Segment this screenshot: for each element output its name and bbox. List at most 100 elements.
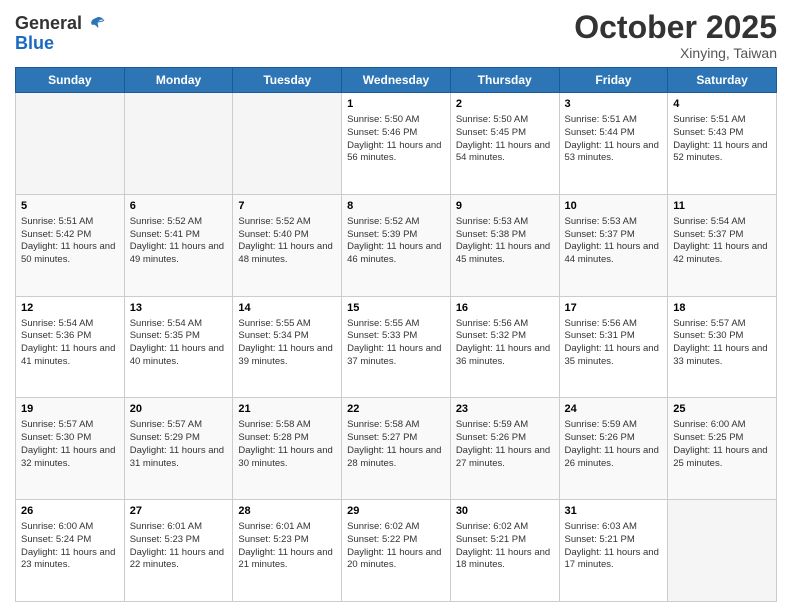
- cell-info: Daylight: 11 hours and 54 minutes.: [456, 140, 554, 166]
- cell-info: Sunset: 5:30 PM: [21, 432, 119, 445]
- cell-info: Sunrise: 5:50 AM: [347, 114, 445, 127]
- calendar-cell: 6Sunrise: 5:52 AMSunset: 5:41 PMDaylight…: [124, 194, 233, 296]
- cell-info: Sunset: 5:24 PM: [21, 534, 119, 547]
- cell-info: Sunrise: 5:56 AM: [456, 318, 554, 331]
- cell-info: Sunrise: 5:58 AM: [347, 419, 445, 432]
- cell-info: Sunset: 5:23 PM: [238, 534, 336, 547]
- cell-info: Sunset: 5:42 PM: [21, 229, 119, 242]
- day-header-wednesday: Wednesday: [342, 68, 451, 93]
- day-number: 30: [456, 504, 554, 519]
- cell-info: Sunset: 5:43 PM: [673, 127, 771, 140]
- cell-info: Sunrise: 5:56 AM: [565, 318, 663, 331]
- cell-info: Sunset: 5:28 PM: [238, 432, 336, 445]
- page: General Blue October 2025 Xinying, Taiwa…: [0, 0, 792, 612]
- cell-info: Daylight: 11 hours and 50 minutes.: [21, 241, 119, 267]
- cell-info: Sunset: 5:26 PM: [565, 432, 663, 445]
- calendar-cell: 25Sunrise: 6:00 AMSunset: 5:25 PMDayligh…: [668, 398, 777, 500]
- cell-info: Sunset: 5:31 PM: [565, 330, 663, 343]
- cell-info: Sunrise: 5:55 AM: [238, 318, 336, 331]
- calendar-cell: [233, 93, 342, 195]
- day-number: 13: [130, 301, 228, 316]
- calendar-cell: 5Sunrise: 5:51 AMSunset: 5:42 PMDaylight…: [16, 194, 125, 296]
- calendar-cell: 11Sunrise: 5:54 AMSunset: 5:37 PMDayligh…: [668, 194, 777, 296]
- cell-info: Sunrise: 5:51 AM: [565, 114, 663, 127]
- cell-info: Daylight: 11 hours and 41 minutes.: [21, 343, 119, 369]
- cell-info: Sunset: 5:32 PM: [456, 330, 554, 343]
- cell-info: Daylight: 11 hours and 48 minutes.: [238, 241, 336, 267]
- cell-info: Sunrise: 6:00 AM: [21, 521, 119, 534]
- calendar-cell: 10Sunrise: 5:53 AMSunset: 5:37 PMDayligh…: [559, 194, 668, 296]
- calendar-cell: 13Sunrise: 5:54 AMSunset: 5:35 PMDayligh…: [124, 296, 233, 398]
- calendar-cell: [668, 500, 777, 602]
- cell-info: Daylight: 11 hours and 40 minutes.: [130, 343, 228, 369]
- calendar-cell: 31Sunrise: 6:03 AMSunset: 5:21 PMDayligh…: [559, 500, 668, 602]
- cell-info: Sunset: 5:27 PM: [347, 432, 445, 445]
- day-number: 12: [21, 301, 119, 316]
- cell-info: Sunset: 5:35 PM: [130, 330, 228, 343]
- day-number: 19: [21, 402, 119, 417]
- cell-info: Sunset: 5:23 PM: [130, 534, 228, 547]
- day-number: 6: [130, 199, 228, 214]
- cell-info: Daylight: 11 hours and 49 minutes.: [130, 241, 228, 267]
- cell-info: Daylight: 11 hours and 31 minutes.: [130, 445, 228, 471]
- logo-bird-icon: [86, 14, 106, 34]
- logo-blue: Blue: [15, 33, 54, 53]
- cell-info: Sunset: 5:39 PM: [347, 229, 445, 242]
- cell-info: Sunset: 5:37 PM: [673, 229, 771, 242]
- day-number: 16: [456, 301, 554, 316]
- calendar-cell: 14Sunrise: 5:55 AMSunset: 5:34 PMDayligh…: [233, 296, 342, 398]
- cell-info: Sunset: 5:41 PM: [130, 229, 228, 242]
- calendar-cell: 8Sunrise: 5:52 AMSunset: 5:39 PMDaylight…: [342, 194, 451, 296]
- cell-info: Sunrise: 5:57 AM: [21, 419, 119, 432]
- calendar-cell: 24Sunrise: 5:59 AMSunset: 5:26 PMDayligh…: [559, 398, 668, 500]
- cell-info: Sunrise: 5:58 AM: [238, 419, 336, 432]
- cell-info: Daylight: 11 hours and 39 minutes.: [238, 343, 336, 369]
- calendar-cell: [16, 93, 125, 195]
- cell-info: Daylight: 11 hours and 28 minutes.: [347, 445, 445, 471]
- calendar-week-row: 12Sunrise: 5:54 AMSunset: 5:36 PMDayligh…: [16, 296, 777, 398]
- calendar-cell: 29Sunrise: 6:02 AMSunset: 5:22 PMDayligh…: [342, 500, 451, 602]
- day-number: 8: [347, 199, 445, 214]
- cell-info: Daylight: 11 hours and 44 minutes.: [565, 241, 663, 267]
- calendar-cell: 15Sunrise: 5:55 AMSunset: 5:33 PMDayligh…: [342, 296, 451, 398]
- day-number: 27: [130, 504, 228, 519]
- cell-info: Sunset: 5:37 PM: [565, 229, 663, 242]
- calendar-cell: 2Sunrise: 5:50 AMSunset: 5:45 PMDaylight…: [450, 93, 559, 195]
- cell-info: Sunset: 5:22 PM: [347, 534, 445, 547]
- day-number: 25: [673, 402, 771, 417]
- cell-info: Daylight: 11 hours and 33 minutes.: [673, 343, 771, 369]
- header: General Blue October 2025 Xinying, Taiwa…: [15, 10, 777, 61]
- cell-info: Sunrise: 5:59 AM: [456, 419, 554, 432]
- day-header-saturday: Saturday: [668, 68, 777, 93]
- day-number: 7: [238, 199, 336, 214]
- cell-info: Sunrise: 5:50 AM: [456, 114, 554, 127]
- day-header-tuesday: Tuesday: [233, 68, 342, 93]
- day-number: 9: [456, 199, 554, 214]
- day-number: 21: [238, 402, 336, 417]
- calendar-cell: 20Sunrise: 5:57 AMSunset: 5:29 PMDayligh…: [124, 398, 233, 500]
- day-number: 2: [456, 97, 554, 112]
- cell-info: Daylight: 11 hours and 37 minutes.: [347, 343, 445, 369]
- day-number: 3: [565, 97, 663, 112]
- cell-info: Daylight: 11 hours and 26 minutes.: [565, 445, 663, 471]
- cell-info: Sunset: 5:33 PM: [347, 330, 445, 343]
- cell-info: Daylight: 11 hours and 42 minutes.: [673, 241, 771, 267]
- cell-info: Daylight: 11 hours and 56 minutes.: [347, 140, 445, 166]
- cell-info: Sunrise: 5:57 AM: [673, 318, 771, 331]
- day-header-friday: Friday: [559, 68, 668, 93]
- calendar-week-row: 1Sunrise: 5:50 AMSunset: 5:46 PMDaylight…: [16, 93, 777, 195]
- cell-info: Daylight: 11 hours and 36 minutes.: [456, 343, 554, 369]
- cell-info: Daylight: 11 hours and 23 minutes.: [21, 547, 119, 573]
- day-number: 20: [130, 402, 228, 417]
- cell-info: Sunrise: 6:03 AM: [565, 521, 663, 534]
- day-number: 22: [347, 402, 445, 417]
- day-number: 23: [456, 402, 554, 417]
- cell-info: Sunset: 5:26 PM: [456, 432, 554, 445]
- cell-info: Sunrise: 5:53 AM: [565, 216, 663, 229]
- calendar-cell: 1Sunrise: 5:50 AMSunset: 5:46 PMDaylight…: [342, 93, 451, 195]
- calendar-cell: 17Sunrise: 5:56 AMSunset: 5:31 PMDayligh…: [559, 296, 668, 398]
- calendar-header-row: SundayMondayTuesdayWednesdayThursdayFrid…: [16, 68, 777, 93]
- day-number: 14: [238, 301, 336, 316]
- cell-info: Sunrise: 5:52 AM: [347, 216, 445, 229]
- cell-info: Sunset: 5:25 PM: [673, 432, 771, 445]
